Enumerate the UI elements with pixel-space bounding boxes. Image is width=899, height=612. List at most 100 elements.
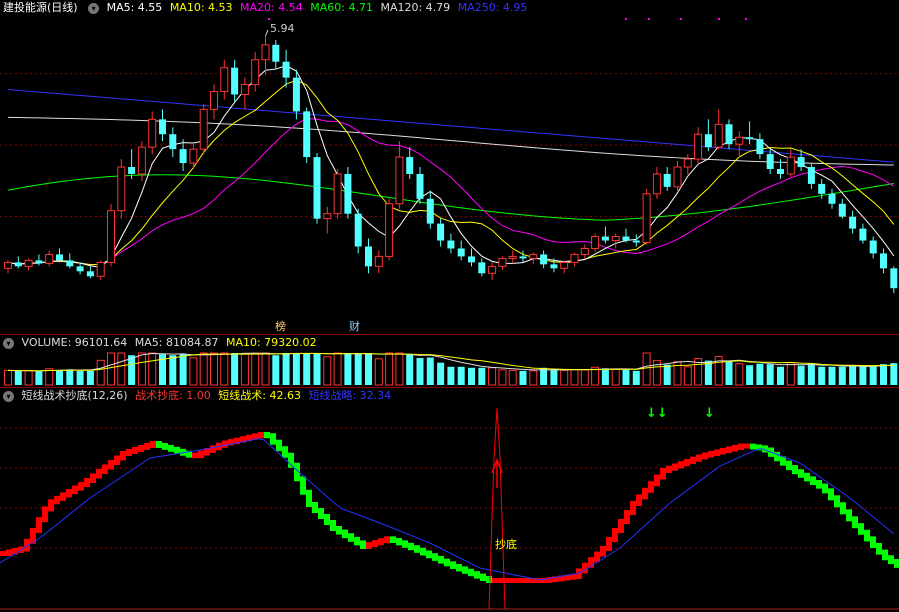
- marker-cai[interactable]: 财: [349, 318, 360, 334]
- volume-bar: [880, 364, 887, 385]
- oscillator-block: [396, 538, 402, 546]
- candle-body: [344, 173, 352, 214]
- oscillator-block: [126, 449, 132, 456]
- indicator-chart[interactable]: [0, 388, 899, 612]
- candle-body: [272, 44, 280, 62]
- candle-body: [169, 134, 177, 150]
- candle-body: [519, 256, 527, 259]
- volume-bar: [622, 369, 630, 385]
- volume-bar: [580, 369, 589, 386]
- candle-body: [395, 156, 404, 205]
- candle-body: [807, 167, 815, 184]
- volume-bar: [313, 353, 321, 385]
- oscillator-block: [120, 451, 126, 461]
- volume-bar: [807, 363, 815, 385]
- volume-bar: [199, 352, 208, 386]
- candlestick-chart[interactable]: [0, 0, 899, 334]
- oscillator-block: [276, 439, 282, 452]
- candle-body: [683, 158, 692, 168]
- candle-body: [880, 253, 887, 269]
- candle-body: [746, 137, 754, 140]
- oscillator-block: [402, 540, 408, 548]
- candle-body: [704, 134, 712, 148]
- oscillator-block: [864, 529, 870, 542]
- oscillator-block: [264, 431, 270, 439]
- oscillator-block: [810, 476, 816, 485]
- candle-body: [632, 240, 640, 243]
- candle-body: [437, 223, 445, 241]
- volume-bar: [323, 356, 332, 386]
- candle-body: [45, 253, 54, 264]
- oscillator-block: [258, 431, 264, 439]
- candle-body: [611, 236, 620, 242]
- candle-body: [560, 261, 569, 269]
- volume-bar: [333, 352, 342, 386]
- candle-body: [96, 261, 105, 277]
- volume-bar: [24, 370, 33, 386]
- candle-body: [292, 77, 300, 112]
- oscillator-block: [354, 536, 360, 546]
- volume-bar: [365, 353, 372, 385]
- oscillator-block: [522, 578, 528, 583]
- volume-bar: [189, 357, 198, 386]
- volume-chart[interactable]: [0, 335, 899, 387]
- oscillator-block: [492, 578, 498, 583]
- volume-bar: [797, 365, 805, 385]
- oscillator-block: [312, 502, 318, 513]
- candle-body: [508, 255, 517, 259]
- oscillator-block: [636, 494, 642, 506]
- volume-bar: [344, 353, 352, 385]
- candle-body: [189, 148, 198, 164]
- oscillator-block: [138, 445, 144, 452]
- oscillator-block: [270, 433, 276, 445]
- oscillator-block: [702, 452, 708, 460]
- volume-bar: [735, 363, 744, 386]
- volume-bar: [601, 368, 609, 385]
- marker-dot: [680, 18, 682, 20]
- candle-body: [117, 166, 126, 212]
- oscillator-block: [840, 502, 846, 515]
- oscillator-block: [804, 472, 810, 482]
- oscillator-block: [690, 456, 696, 464]
- candle-body: [529, 253, 538, 259]
- candle-body: [694, 133, 703, 160]
- oscillator-block: [48, 499, 54, 512]
- candle-body: [663, 173, 671, 187]
- oscillator-block: [648, 481, 654, 493]
- marker-bang[interactable]: 榜: [275, 318, 286, 334]
- volume-bar: [179, 354, 187, 385]
- candle-body: [673, 166, 682, 188]
- oscillator-block: [600, 546, 606, 557]
- candle-body: [540, 254, 548, 265]
- oscillator-block: [6, 549, 12, 556]
- volume-bar: [890, 363, 898, 385]
- candle-body: [231, 67, 239, 95]
- volume-bar: [828, 366, 836, 385]
- marker-dot: [718, 18, 720, 20]
- oscillator-block: [450, 561, 456, 569]
- candle-body: [282, 61, 290, 78]
- oscillator-block: [174, 446, 180, 454]
- candle-body: [374, 255, 383, 267]
- high-price-label: 5.94: [270, 22, 295, 35]
- volume-bar: [261, 352, 270, 386]
- candle-body: [66, 260, 74, 267]
- indicator-pane: ▾ 短线战术抄底(12,26) 战术抄底: 1.00 短线战术: 42.63 短…: [0, 388, 899, 612]
- volume-bar: [14, 370, 22, 385]
- volume-bar: [282, 353, 290, 385]
- candle-body: [179, 149, 187, 164]
- volume-bar: [663, 364, 671, 385]
- candle-body: [35, 260, 43, 264]
- candle-body: [777, 169, 784, 174]
- volume-bar: [76, 370, 84, 385]
- oscillator-block: [36, 517, 42, 533]
- oscillator-block: [78, 482, 84, 491]
- oscillator-block: [882, 549, 888, 561]
- volume-bar: [96, 359, 105, 386]
- volume-bar: [240, 353, 249, 386]
- volume-bar: [642, 352, 651, 386]
- candle-body: [323, 213, 332, 220]
- candle-body: [128, 167, 136, 174]
- oscillator-block: [96, 469, 102, 479]
- volume-bar: [231, 353, 239, 385]
